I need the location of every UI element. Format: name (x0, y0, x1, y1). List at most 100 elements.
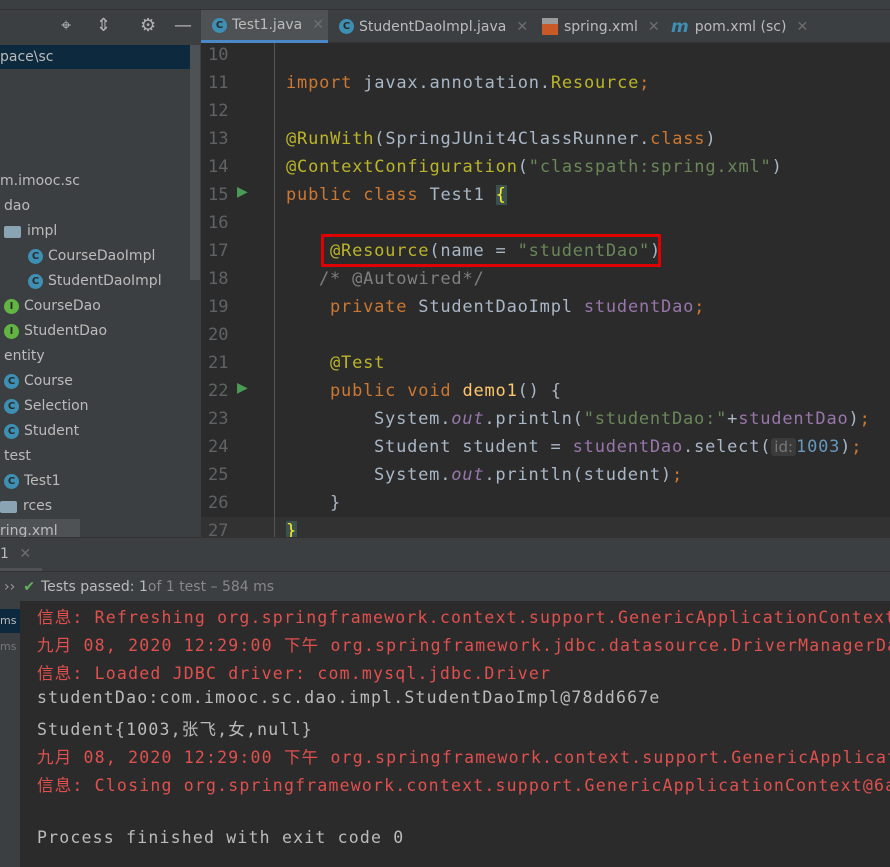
class-icon: C (4, 399, 19, 414)
tab-label: spring.xml (564, 18, 638, 35)
tree-item-label: dao (4, 198, 31, 214)
run-test-icon[interactable]: ▶ (237, 380, 248, 396)
check-icon: ✔ (23, 578, 35, 595)
console-line: 信息: Closing org.springframework.context.… (37, 776, 890, 795)
folder-icon (4, 225, 21, 238)
run-tool-window-tabs: 1 ✕ (0, 537, 890, 571)
tree-item-label: impl (27, 223, 58, 239)
run-tab[interactable]: 1 ✕ (0, 538, 42, 571)
tree-item[interactable]: ring.xml (0, 519, 80, 537)
console-line: 九月 08, 2020 12:29:00 下午 org.springframew… (37, 748, 890, 767)
line-number: 15 (208, 185, 229, 205)
code-line-23: System.out.println("studentDao:"+student… (374, 409, 871, 429)
tree-item[interactable]: test (4, 444, 31, 469)
close-icon[interactable]: ✕ (19, 546, 31, 562)
line-number: 18 (208, 269, 229, 289)
console-line: 信息: Loaded JDBC driver: com.mysql.jdbc.D… (37, 664, 552, 683)
line-number: 24 (208, 437, 229, 457)
tree-item[interactable]: C StudentDaoImpl (28, 269, 162, 294)
spring-xml-icon (542, 18, 558, 35)
close-icon[interactable]: ✕ (648, 19, 660, 35)
test-tree-item[interactable]: ms (0, 635, 20, 659)
tab-label: pom.xml (sc) (694, 18, 787, 35)
minimize-icon[interactable]: — (174, 15, 192, 36)
line-number: 22 (208, 381, 229, 401)
more-icon[interactable]: ›› (4, 579, 15, 595)
tree-item-label: CourseDao (24, 298, 101, 314)
test-status-bar: ›› ✔ Tests passed: 1 of 1 test – 584 ms (0, 571, 890, 601)
line-number: 20 (208, 325, 229, 345)
test-tree-panel: ms ms (0, 601, 20, 867)
code-line-27: } (286, 521, 298, 537)
class-icon: C (4, 474, 19, 489)
tab-pom-xml[interactable]: m pom.xml (sc) ✕ (671, 10, 808, 43)
tree-item-label: Test1 (24, 473, 61, 489)
tree-item[interactable]: I StudentDao (4, 319, 107, 344)
tab-label: StudentDaoImpl.java (359, 18, 507, 35)
console-line: Process finished with exit code 0 (37, 828, 405, 847)
code-line-25: System.out.println(student); (374, 465, 683, 485)
tab-spring-xml[interactable]: spring.xml ✕ (542, 10, 660, 43)
tree-item[interactable]: entity (4, 344, 45, 369)
tree-item-label: entity (4, 348, 45, 364)
tree-item-label: test (4, 448, 31, 464)
interface-icon: I (4, 324, 19, 339)
code-editor[interactable]: 10 11 12 13 14 15 16 17 18 19 20 21 22 23 24 25 26 27 ▶ ▶… (201, 43, 890, 537)
code-line-13: @RunWith(SpringJUnit4ClassRunner.class) (286, 129, 717, 149)
console-line: 信息: Refreshing org.springframework.conte… (37, 608, 890, 627)
interface-icon: I (4, 299, 19, 314)
line-number: 27 (208, 521, 229, 537)
close-icon[interactable]: ✕ (796, 19, 808, 35)
tree-item[interactable]: I CourseDao (4, 294, 101, 319)
code-line-26: } (330, 493, 342, 513)
code-line-15: public class Test1 { (286, 185, 507, 205)
line-number: 21 (208, 353, 229, 373)
code-line-14: @ContextConfiguration("classpath:spring.… (286, 157, 783, 177)
tree-item[interactable]: C CourseDaoImpl (28, 244, 155, 269)
close-icon[interactable]: ✕ (516, 19, 528, 35)
code-line-11: import javax.annotation.Resource; (286, 73, 651, 93)
gear-icon[interactable]: ⚙ (140, 15, 156, 36)
class-icon: C (28, 274, 43, 289)
line-number: 16 (208, 213, 229, 233)
console-line: studentDao:com.imooc.sc.dao.impl.Student… (37, 688, 661, 707)
tree-item[interactable]: impl (4, 219, 57, 244)
class-icon: C (28, 249, 43, 264)
locate-icon[interactable]: ⌖ (61, 15, 71, 36)
sidebar-scrollbar[interactable] (190, 45, 200, 280)
console-line: 九月 08, 2020 12:29:00 下午 org.springframew… (37, 636, 890, 655)
code-line-19: private StudentDaoImpl studentDao; (330, 297, 706, 317)
close-icon[interactable]: ✕ (312, 17, 324, 33)
project-root-path[interactable]: pace\sc (0, 45, 190, 69)
tab-test1-java[interactable]: C Test1.java ✕ (201, 10, 328, 43)
tests-summary: of 1 test – 584 ms (147, 578, 275, 595)
tree-item[interactable]: C Selection (4, 394, 89, 419)
tree-item[interactable]: dao (4, 194, 30, 219)
tree-item-label: rces (23, 498, 53, 514)
line-number: 23 (208, 409, 229, 429)
tree-item[interactable]: m.imooc.sc (0, 169, 80, 194)
collapse-all-icon[interactable]: ⇕ (96, 15, 111, 36)
code-line-18: /* @Autowired*/ (319, 269, 485, 289)
run-test-icon[interactable]: ▶ (237, 184, 248, 200)
fold-gutter (274, 43, 275, 537)
line-number: 17 (208, 241, 229, 261)
tree-item[interactable]: C Student (4, 419, 79, 444)
tree-item[interactable]: C Test1 (4, 469, 60, 494)
line-number: 11 (208, 73, 229, 93)
maven-icon: m (671, 16, 689, 37)
java-class-icon: C (212, 17, 227, 33)
console-output[interactable]: ms ms 信息: Refreshing org.springframework… (0, 601, 890, 867)
tree-item-label: Course (24, 373, 73, 389)
java-class-icon: C (339, 19, 354, 34)
tree-item[interactable]: rces (0, 494, 52, 519)
tree-item-label: Student (24, 423, 80, 439)
project-sidebar: ⌖ ⇕ ⚙ — pace\sc m.imooc.sc dao impl C Course… (0, 10, 201, 537)
run-tab-label: 1 (0, 546, 9, 562)
test-tree-item[interactable]: ms (0, 609, 20, 633)
code-line-22: public void demo1() { (330, 381, 562, 401)
tree-item-label: m.imooc.sc (0, 173, 80, 189)
line-number: 25 (208, 465, 229, 485)
tab-studentdaoimpl-java[interactable]: C StudentDaoImpl.java ✕ (339, 10, 528, 43)
tree-item[interactable]: C Course (4, 369, 73, 394)
